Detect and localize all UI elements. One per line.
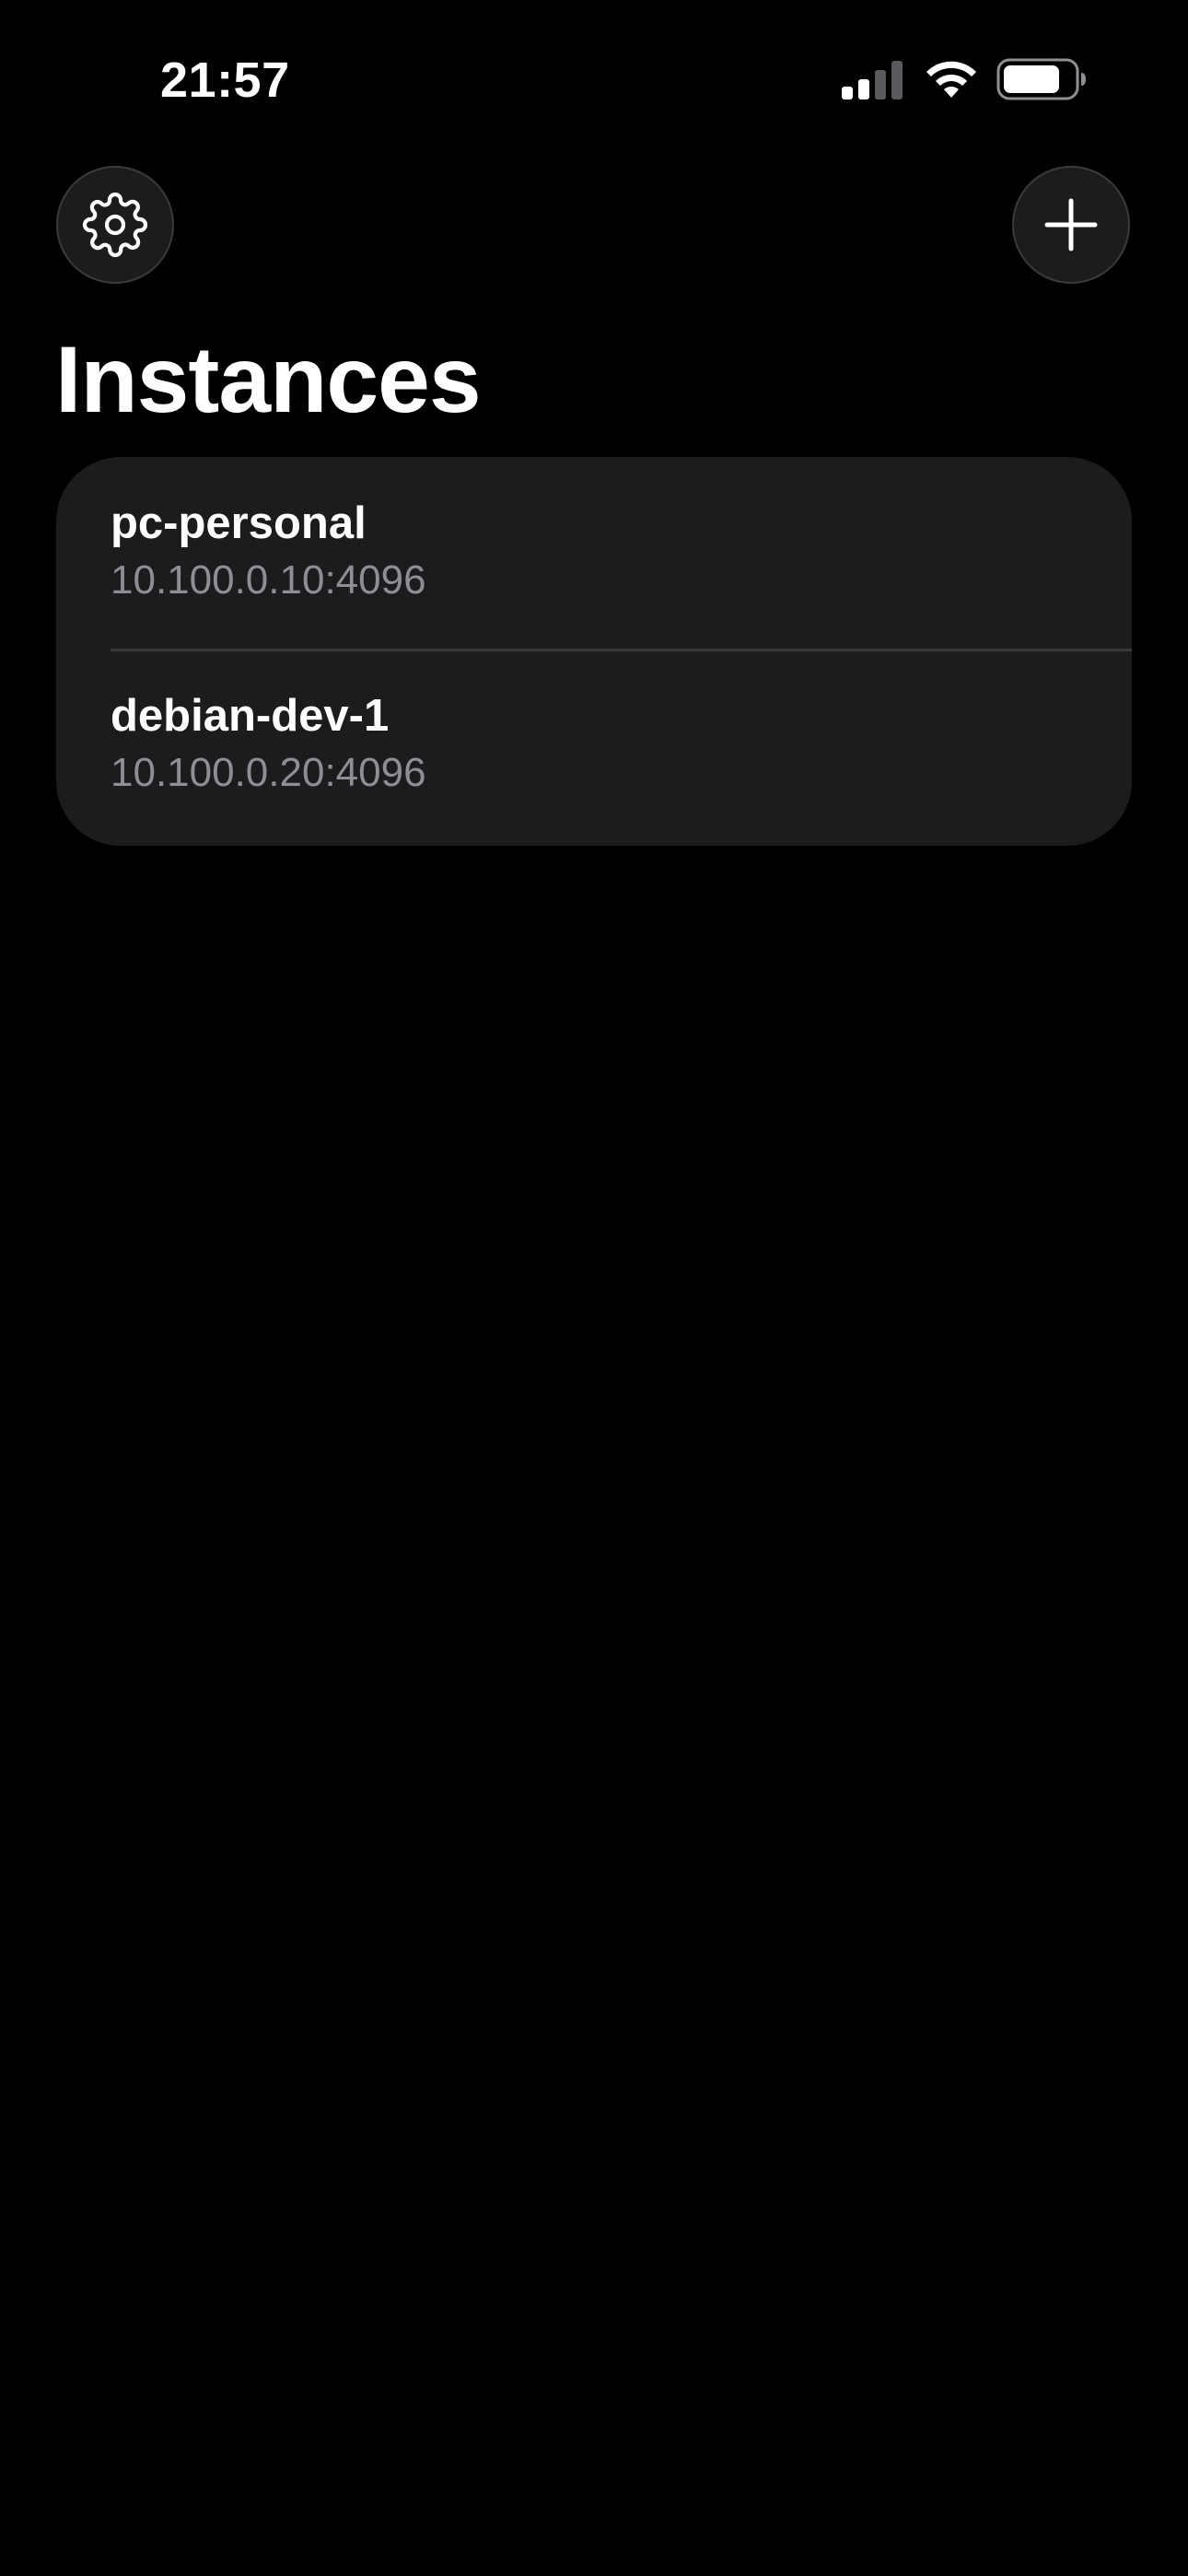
battery-icon [996,58,1086,100]
instance-address: 10.100.0.20:4096 [111,750,426,795]
instance-row-debian-dev-1[interactable]: debian-dev-1 10.100.0.20:4096 [56,651,1132,846]
gear-icon [82,192,148,258]
cellular-signal-icon [842,61,903,100]
page-title: Instances [55,327,482,432]
instance-name: debian-dev-1 [111,691,390,741]
wifi-icon [926,61,976,98]
plus-icon [1044,198,1098,252]
instance-address: 10.100.0.10:4096 [111,557,426,603]
add-instance-button[interactable] [1012,166,1130,284]
instances-list: pc-personal 10.100.0.10:4096 debian-dev-… [56,457,1132,846]
status-bar: 21:57 [0,0,1188,157]
settings-button[interactable] [56,166,174,284]
status-time: 21:57 [160,53,290,108]
instance-row-pc-personal[interactable]: pc-personal 10.100.0.10:4096 [56,457,1132,651]
instance-name: pc-personal [111,498,367,548]
